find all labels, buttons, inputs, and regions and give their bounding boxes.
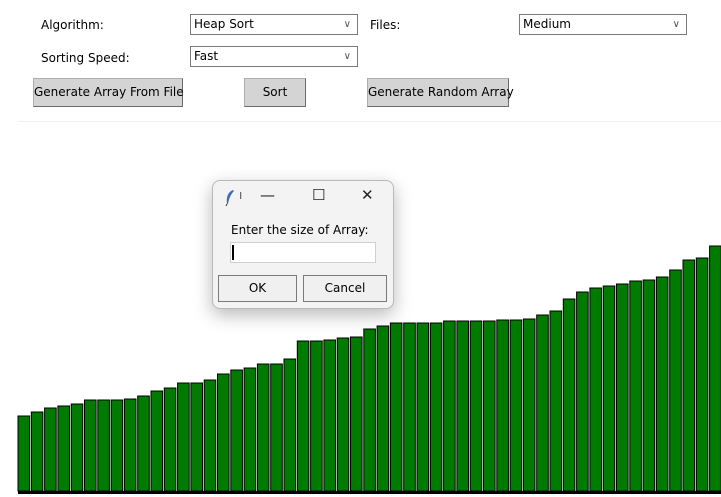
- feather-icon: [225, 190, 234, 207]
- array-bar: [562, 298, 576, 492]
- array-bar: [549, 310, 563, 492]
- array-bar: [177, 382, 190, 492]
- array-bar: [669, 269, 682, 492]
- array-bar: [57, 405, 71, 492]
- array-bar: [70, 403, 84, 492]
- array-bar: [217, 373, 230, 492]
- ok-button[interactable]: OK: [218, 275, 297, 302]
- array-bar: [310, 340, 323, 492]
- array-bar: [443, 320, 456, 492]
- array-bar: [469, 320, 483, 492]
- array-bar: [589, 287, 603, 492]
- array-bar: [536, 314, 549, 492]
- maximize-icon[interactable]: ☐: [312, 186, 325, 204]
- array-bar: [456, 320, 469, 492]
- minimize-icon[interactable]: —: [260, 186, 275, 204]
- array-bar: [256, 363, 270, 492]
- array-bar: [190, 382, 203, 492]
- array-bar: [602, 285, 616, 492]
- array-bar: [336, 337, 350, 492]
- array-bar: [137, 395, 150, 492]
- array-bar: [682, 259, 696, 492]
- baseline: [18, 491, 721, 494]
- array-bar: [363, 328, 376, 492]
- array-bar: [709, 245, 721, 492]
- array-bar: [376, 325, 390, 492]
- array-bar: [163, 387, 177, 492]
- array-bar: [243, 367, 257, 492]
- text-caret: [232, 245, 234, 260]
- array-bar: [389, 322, 403, 492]
- array-bar: [30, 411, 44, 492]
- cancel-button[interactable]: Cancel: [303, 275, 387, 302]
- array-bar: [416, 322, 430, 492]
- array-bar: [509, 319, 523, 492]
- array-bar: [296, 340, 310, 492]
- array-bar: [350, 336, 363, 492]
- array-bar: [123, 398, 137, 492]
- array-bar: [230, 369, 243, 492]
- array-bar: [110, 399, 124, 492]
- array-bar: [496, 319, 509, 492]
- array-bar: [323, 339, 336, 492]
- array-bar: [44, 407, 57, 492]
- array-size-dialog: ı — ☐ ✕ Enter the size of Array: OK Canc…: [212, 180, 394, 309]
- array-bar: [522, 318, 536, 492]
- array-bar: [150, 390, 164, 492]
- array-bar: [84, 399, 97, 492]
- array-bar: [616, 283, 629, 492]
- array-bar: [270, 363, 283, 492]
- array-bar: [17, 415, 31, 492]
- array-bar: [655, 276, 669, 492]
- dialog-prompt: Enter the size of Array:: [231, 223, 369, 237]
- array-bar: [483, 320, 496, 492]
- array-bar: [642, 279, 656, 492]
- array-bar: [203, 379, 217, 492]
- array-bar: [576, 291, 589, 492]
- array-size-input[interactable]: [230, 242, 376, 263]
- dialog-titlebar[interactable]: ı — ☐ ✕: [213, 181, 393, 215]
- close-icon[interactable]: ✕: [361, 186, 374, 204]
- array-bar: [629, 280, 642, 492]
- array-bar: [97, 399, 110, 492]
- dialog-title: ı: [239, 188, 243, 202]
- array-bar: [283, 358, 297, 492]
- array-bar: [429, 322, 443, 492]
- array-bar: [695, 257, 709, 492]
- array-bar: [403, 322, 416, 492]
